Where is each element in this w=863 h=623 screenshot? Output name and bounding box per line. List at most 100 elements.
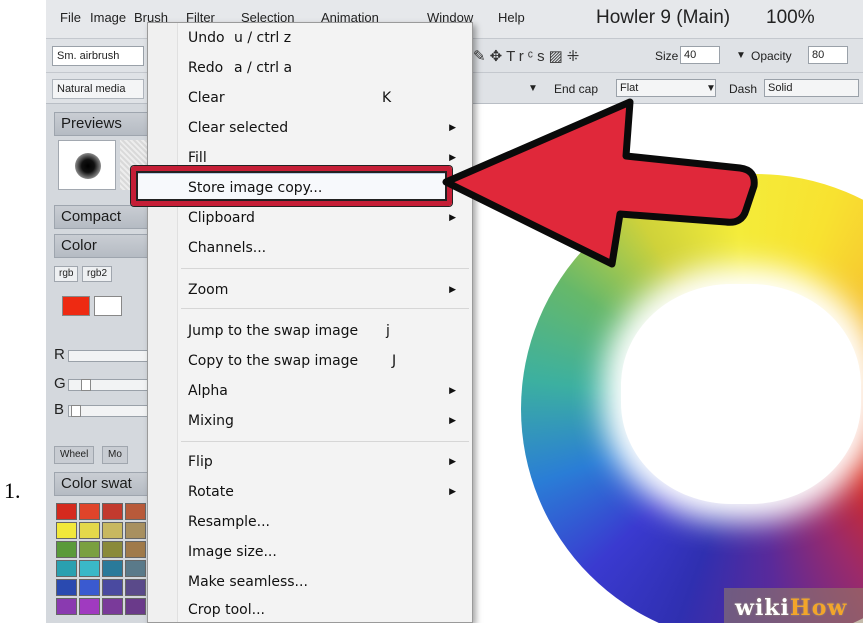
- brush-dot-icon: [75, 153, 101, 179]
- menu-help[interactable]: Help: [498, 10, 525, 25]
- menu-rotate[interactable]: Rotate ▶: [188, 479, 470, 505]
- submenu-arrow-icon: ▶: [449, 457, 456, 467]
- app-title: Howler 9 (Main): [596, 7, 731, 28]
- palette-swatch[interactable]: [102, 541, 123, 558]
- palette-swatch[interactable]: [79, 579, 100, 596]
- brush-category-select[interactable]: Natural media: [52, 79, 144, 99]
- menu-undo[interactable]: Undo u / ctrl z: [188, 25, 470, 51]
- palette-swatch[interactable]: [79, 541, 100, 558]
- menu-flip-label: Flip: [188, 454, 213, 470]
- tab-mo[interactable]: Mo: [102, 446, 128, 464]
- green-slider-thumb[interactable]: [81, 379, 91, 391]
- blue-slider-thumb[interactable]: [71, 405, 81, 417]
- menu-separator: [181, 308, 469, 309]
- palette-swatch[interactable]: [125, 522, 146, 539]
- menu-fill-label: Fill: [188, 150, 207, 166]
- submenu-arrow-icon: ▶: [449, 386, 456, 396]
- palette-swatch[interactable]: [79, 560, 100, 577]
- tab-rgb2[interactable]: rgb2: [82, 266, 113, 282]
- menu-image[interactable]: Image: [90, 10, 126, 25]
- blue-slider[interactable]: [68, 405, 148, 417]
- menu-redo[interactable]: Redo a / ctrl a: [188, 55, 470, 81]
- menu-copy-swap-shortcut: J: [392, 353, 397, 369]
- menu-undo-label: Undo: [188, 30, 225, 46]
- text-tool-icon[interactable]: Tr: [506, 48, 528, 65]
- watermark-part2: How: [789, 595, 848, 621]
- tab-rgb[interactable]: rgb: [54, 266, 79, 282]
- palette-swatch[interactable]: [79, 598, 100, 615]
- menu-clipboard-label: Clipboard: [188, 210, 255, 226]
- menu-clear-shortcut: K: [382, 90, 392, 106]
- palette-swatch[interactable]: [79, 522, 100, 539]
- palette-swatch[interactable]: [56, 541, 77, 558]
- painting-center: [621, 284, 861, 504]
- menu-separator: [181, 441, 469, 442]
- palette-swatch[interactable]: [79, 503, 100, 520]
- foreground-color-swatch[interactable]: [62, 296, 90, 316]
- menu-alpha[interactable]: Alpha ▶: [188, 378, 470, 404]
- red-slider[interactable]: [68, 350, 148, 362]
- palette-swatch[interactable]: [125, 579, 146, 596]
- palette-swatch[interactable]: [56, 522, 77, 539]
- highlight-box: [131, 166, 452, 206]
- palette-swatch[interactable]: [125, 560, 146, 577]
- palette-swatch[interactable]: [56, 598, 77, 615]
- palette-swatch[interactable]: [125, 598, 146, 615]
- menu-resample[interactable]: Resample...: [188, 509, 470, 535]
- menu-make-seamless-label: Make seamless...: [188, 574, 308, 590]
- menu-mixing[interactable]: Mixing ▶: [188, 408, 470, 434]
- menu-channels[interactable]: Channels...: [188, 235, 470, 261]
- tab-wheel[interactable]: Wheel: [54, 446, 95, 464]
- pen-icon[interactable]: ✎: [473, 48, 490, 65]
- menu-file[interactable]: File: [60, 10, 81, 25]
- palette-swatch[interactable]: [102, 503, 123, 520]
- palette-swatch[interactable]: [56, 503, 77, 520]
- watermark-part1: wiki: [735, 595, 790, 621]
- menu-make-seamless[interactable]: Make seamless...: [188, 569, 470, 595]
- palette-swatch[interactable]: [102, 560, 123, 577]
- palette-swatch[interactable]: [56, 560, 77, 577]
- tool-icons[interactable]: ✎✥Trᶜs▨⁜: [473, 47, 583, 65]
- menu-separator: [181, 268, 469, 269]
- brush-select[interactable]: Sm. airbrush: [52, 46, 144, 66]
- size-dropdown-icon[interactable]: ▼: [736, 50, 746, 61]
- green-slider[interactable]: [68, 379, 148, 391]
- red-label: R: [54, 346, 65, 363]
- endcap-select[interactable]: Flat: [616, 79, 716, 97]
- zoom-level: 100%: [766, 7, 815, 28]
- palette-swatch[interactable]: [102, 579, 123, 596]
- palette-swatch[interactable]: [125, 541, 146, 558]
- opacity-input[interactable]: 80: [808, 46, 848, 64]
- menu-alpha-label: Alpha: [188, 383, 228, 399]
- dash-select[interactable]: Solid: [764, 79, 859, 97]
- step-number: 1.: [4, 478, 21, 503]
- menu-flip[interactable]: Flip ▶: [188, 449, 470, 475]
- palette-swatch[interactable]: [102, 522, 123, 539]
- menu-clear-selected[interactable]: Clear selected ▶: [188, 115, 470, 141]
- palette-swatch[interactable]: [56, 579, 77, 596]
- blue-label: B: [54, 401, 65, 418]
- chevron-down-icon[interactable]: ▼: [528, 83, 538, 94]
- menu-undo-shortcut: u / ctrl z: [234, 30, 292, 46]
- menu-jump-swap[interactable]: Jump to the swap image j: [188, 318, 470, 344]
- transform-icon[interactable]: ✥: [490, 48, 507, 65]
- menu-channels-label: Channels...: [188, 240, 267, 256]
- menu-crop-tool[interactable]: Crop tool...: [188, 597, 470, 623]
- menu-clear-selected-label: Clear selected: [188, 120, 289, 136]
- dash-label: Dash: [729, 82, 758, 96]
- frame-icon[interactable]: ▨: [549, 48, 567, 65]
- endcap-dropdown-icon[interactable]: ▼: [706, 83, 716, 94]
- size-input[interactable]: 40: [680, 46, 720, 64]
- menu-clipboard[interactable]: Clipboard ▶: [188, 205, 470, 231]
- menu-zoom[interactable]: Zoom ▶: [188, 277, 470, 303]
- palette-swatch[interactable]: [102, 598, 123, 615]
- script-icon[interactable]: ᶜs: [528, 48, 549, 65]
- menu-redo-label: Redo: [188, 60, 224, 76]
- palette-swatch[interactable]: [125, 503, 146, 520]
- menu-jump-swap-label: Jump to the swap image: [188, 323, 359, 339]
- menu-copy-swap[interactable]: Copy to the swap image J: [188, 348, 470, 374]
- background-color-swatch[interactable]: [94, 296, 122, 316]
- menu-image-size[interactable]: Image size...: [188, 539, 470, 565]
- grid-icon[interactable]: ⁜: [567, 48, 584, 65]
- menu-clear[interactable]: Clear K: [188, 85, 470, 111]
